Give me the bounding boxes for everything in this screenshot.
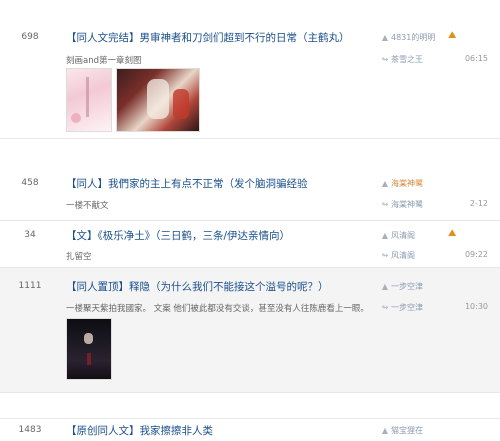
thread-image-cherry-blossom[interactable] [66,68,112,132]
thread-author-name: 一步空津 [391,282,423,291]
last-replier-name: 一步空津 [391,303,423,312]
user-icon: ▲ [381,426,389,435]
thread-row[interactable]: 34 【文】《极乐净土》（三日鹤，三条/伊达亲情向） 扎留空 ▲ 风清阁 ⛰ ↬ 风… [0,221,500,268]
thread-tag: 【同人文完结】 [66,32,140,44]
hot-flame-icon: ⛰ [448,228,457,239]
last-replier-name: 风清阁 [391,251,415,260]
thread-author-name: 猫宝狸在 [391,426,423,435]
user-icon: ▲ [381,179,389,188]
last-replier[interactable]: ↬ 海棠神鹭 [381,199,423,210]
reply-count: 1483 [18,425,42,435]
user-icon: ▲ [381,231,389,240]
reply-icon: ↬ [381,251,389,260]
thread-title-text: 我家擦擦非人类 [139,425,214,437]
last-replier-name: 茶雪之王 [391,55,423,64]
last-reply-time: 09:22 [464,250,488,259]
thread-excerpt: 一楼聚天紫拍我國家。 文案 他们被此都没有交谈，甚至没有人往陈鹿看上一眼。 付表… [66,304,372,314]
thread-tag: 【文】 [66,230,98,242]
thread-author[interactable]: ▲ 猫宝狸在 [381,425,423,436]
thread-row[interactable]: 698 【同人文完结】男审神者和刀剑们超到不行的日常（主鹤丸） 刻画and第一章… [0,20,500,139]
reply-icon: ↬ [381,200,389,209]
last-replier-name: 海棠神鹭 [391,200,423,209]
thread-row[interactable]: 1111 【同人置顶】释隐（为什么我们不能接这个溢号的呢？） 一楼聚天紫拍我國家… [0,268,500,393]
last-replier[interactable]: ↬ 茶雪之王 [381,54,423,65]
user-icon: ▲ [381,33,389,42]
poster-title-strip [86,77,89,117]
last-replier[interactable]: ↬ 风清阁 [381,250,415,261]
thread-title-text: 《极乐净土》（三日鹤，三条/伊达亲情向） [97,230,291,242]
thread-title-link[interactable]: 【文】《极乐净土》（三日鹤，三条/伊达亲情向） [66,228,290,243]
figure-red [173,89,189,119]
last-reply-time: 2-12 [469,199,488,208]
thread-author[interactable]: ▲ 4831的明明 [381,32,435,43]
thread-author[interactable]: ▲ 风清阁 [381,230,415,241]
thread-author[interactable]: ▲ 海棠神鹭 [381,178,423,189]
reply-icon: ↬ [381,303,389,312]
thread-author-name: 风清阁 [391,231,415,240]
thread-tag: 【原创同人文】 [66,425,140,437]
figure-face [84,333,93,344]
thread-row[interactable]: 1483 【原创同人文】我家擦擦非人类 ▲ 猫宝狸在 [0,418,500,441]
thread-image-anime-group[interactable] [116,68,200,132]
thread-title-link[interactable]: 【同人】我們家的主上有点不正常（发个脑洞骗经验 [66,176,308,191]
reply-count: 698 [21,32,39,42]
hot-flame-icon: ⛰ [448,30,457,41]
thread-row[interactable]: 458 【同人】我們家的主上有点不正常（发个脑洞骗经验 一楼不献文 ▲ 海棠神鹭 … [0,168,500,221]
thread-author-name: 海棠神鹭 [391,179,423,188]
thread-title-link[interactable]: 【原创同人文】我家擦擦非人类 [66,423,213,438]
thread-title-text: 我們家的主上有点不正常（发个脑洞骗经验 [108,178,308,190]
thread-tag: 【同人置顶】 [66,281,129,293]
thread-image-dark-character[interactable] [66,318,112,380]
thread-excerpt: 一楼不献文 [66,201,109,211]
user-icon: ▲ [381,282,389,291]
thread-title-link[interactable]: 【同人置顶】释隐（为什么我们不能接这个溢号的呢？） [66,279,329,294]
last-replier[interactable]: ↬ 一步空津 [381,302,423,313]
reply-count: 1111 [18,281,42,291]
figure-accent [87,353,91,365]
last-reply-time: 10:30 [464,302,488,311]
figure-highlight [147,79,169,119]
thread-title-link[interactable]: 【同人文完结】男审神者和刀剑们超到不行的日常（主鹤丸） [66,30,350,45]
reply-count: 34 [24,230,36,240]
thread-author[interactable]: ▲ 一步空津 [381,281,423,292]
last-reply-time: 06:15 [464,54,488,63]
thread-tag: 【同人】 [66,178,108,190]
reply-icon: ↬ [381,55,389,64]
thread-title-text: 男审神者和刀剑们超到不行的日常（主鹤丸） [139,32,350,44]
thread-excerpt: 刻画and第一章刻图 [66,56,142,66]
thread-excerpt: 扎留空 [66,252,92,262]
blossom-dots [71,113,81,123]
thread-title-text: 释隐（为什么我们不能接这个溢号的呢？） [129,281,329,293]
thread-author-name: 4831的明明 [391,33,436,42]
reply-count: 458 [21,178,39,188]
